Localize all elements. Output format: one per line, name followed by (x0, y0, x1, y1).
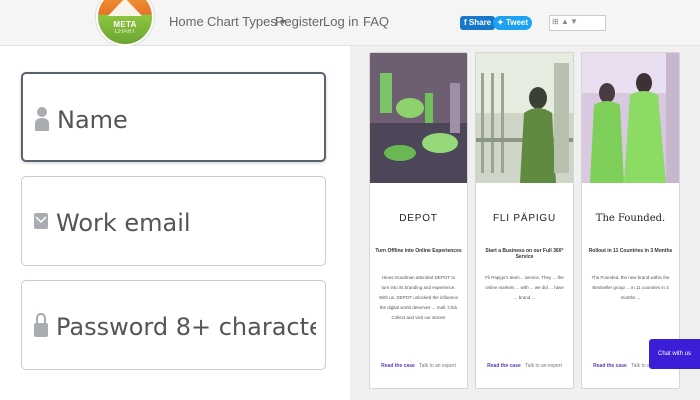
nav-home[interactable]: Home (169, 14, 204, 29)
top-nav: META CHART Home Chart Types Register Log… (0, 0, 700, 46)
case-card-depot[interactable]: DEPOT Turn Offline into Online Experienc… (369, 52, 468, 389)
signup-form (0, 46, 350, 400)
arrow-down-icon[interactable]: ▼ (570, 17, 578, 26)
card-brand: The Founded. (595, 213, 666, 224)
case-image-the-founded (582, 53, 679, 183)
email-field[interactable] (21, 176, 326, 266)
twitter-icon: ✦ (497, 18, 506, 27)
card-body: Fli Papigu's team... service. They ... t… (485, 275, 564, 300)
email-input[interactable] (54, 197, 318, 249)
twitter-tweet-button[interactable]: ✦ Tweet (493, 16, 533, 30)
nav-faq[interactable]: FAQ (363, 14, 389, 29)
case-study-gallery: DEPOT Turn Offline into Online Experienc… (350, 46, 700, 400)
facebook-share-button[interactable]: f Share (460, 16, 496, 30)
card-brand: DEPOT (399, 213, 438, 224)
card-headline: Start a Business on our Full 360° Servic… (485, 248, 564, 260)
talk-expert-link[interactable]: Talk to an expert (419, 363, 456, 369)
read-case-link[interactable]: Read the case (487, 363, 521, 369)
card-body: The Founded, the new brand within the Be… (591, 275, 670, 300)
arrow-up-icon[interactable]: ▲ (561, 17, 569, 26)
card-brand: FLI PÄPIGU (492, 213, 556, 224)
lock-icon (34, 312, 48, 337)
case-card-fli-papigu[interactable]: FLI PÄPIGU Start a Business on our Full … (475, 52, 574, 389)
user-icon (35, 107, 49, 131)
nav-register[interactable]: Register (275, 14, 323, 29)
password-input[interactable] (54, 301, 318, 353)
password-field[interactable] (21, 280, 326, 370)
talk-expert-link[interactable]: Talk to an expert (525, 363, 562, 369)
nav-chart-types-label: Chart Types (207, 14, 277, 29)
chat-button[interactable]: Chat with us (649, 339, 700, 369)
card-body: Hines-Goodman attended DEPOT to turn int… (379, 275, 458, 320)
logo-subtext: CHART (114, 29, 136, 35)
name-field[interactable] (21, 72, 326, 162)
site-logo[interactable]: META CHART (96, 0, 154, 46)
card-links: Read the case Talk to an expert (370, 363, 467, 369)
card-headline: Turn Offline into Online Experiences (375, 248, 462, 254)
email-icon (34, 213, 48, 229)
facebook-share-label: Share (468, 18, 492, 27)
logo-mountain-icon (108, 0, 142, 16)
translate-icon: ⊞ (552, 17, 559, 26)
case-image-depot (370, 53, 467, 183)
name-input[interactable] (55, 94, 319, 146)
read-case-link[interactable]: Read the case (593, 363, 627, 369)
translate-widget[interactable]: ⊞ ▲ ▼ (549, 15, 606, 31)
read-case-link[interactable]: Read the case (381, 363, 415, 369)
nav-login[interactable]: Log in (323, 14, 358, 29)
card-headline: Rollout in 11 Countries in 3 Months (588, 248, 673, 254)
logo-text: META (113, 20, 137, 29)
case-image-fli-papigu (476, 53, 573, 183)
twitter-tweet-label: Tweet (505, 18, 529, 27)
card-links: Read the case Talk to an expert (476, 363, 573, 369)
